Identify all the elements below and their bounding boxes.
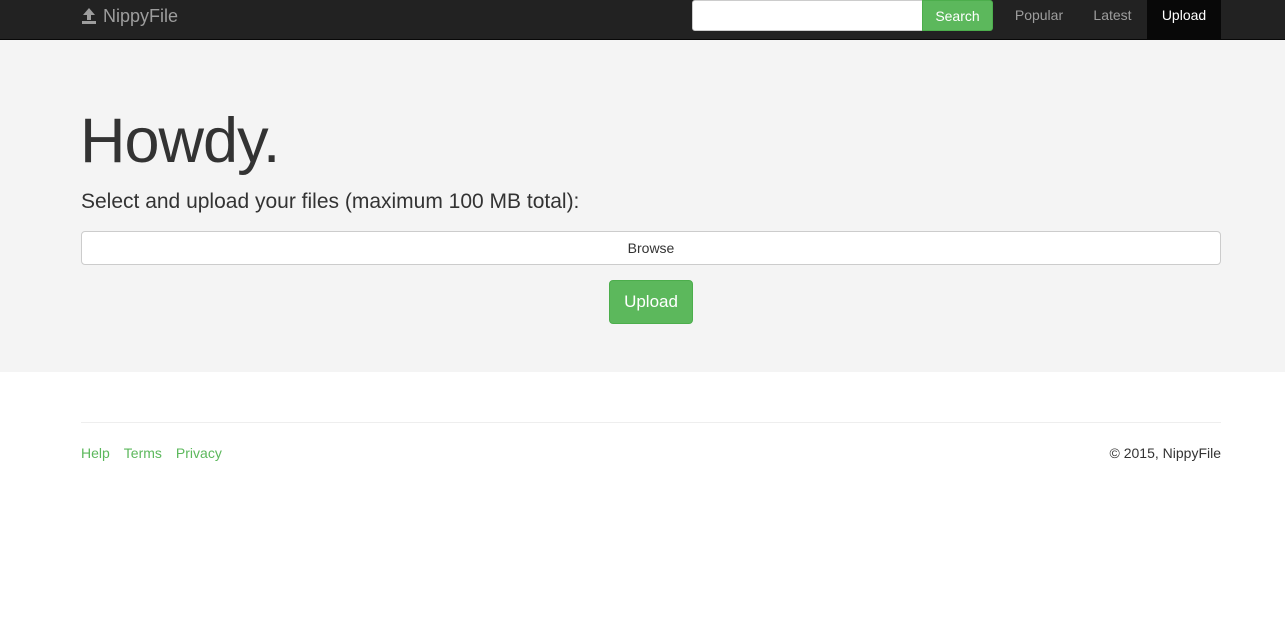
footer-divider xyxy=(81,422,1221,423)
brand-name: NippyFile xyxy=(103,5,179,26)
hero-section: Howdy. Select and upload your files (max… xyxy=(0,40,1285,372)
footer-privacy-link[interactable]: Privacy xyxy=(176,445,222,461)
search-button[interactable]: Search xyxy=(922,0,993,31)
copyright-text: © 2015, NippyFile xyxy=(1109,445,1221,461)
brand-link[interactable]: NippyFile xyxy=(80,0,178,32)
footer-help-link[interactable]: Help xyxy=(81,445,110,461)
footer-links: Help Terms Privacy xyxy=(81,445,222,461)
nav-upload[interactable]: Upload xyxy=(1147,0,1221,40)
page-title: Howdy. xyxy=(80,106,280,176)
nav-popular[interactable]: Popular xyxy=(1003,0,1075,30)
browse-files-button[interactable]: Browse xyxy=(81,231,1221,265)
upload-button[interactable]: Upload xyxy=(609,280,693,324)
top-navbar: NippyFile Search Popular Latest Upload xyxy=(0,0,1285,40)
nav-latest[interactable]: Latest xyxy=(1081,0,1144,30)
search-input[interactable] xyxy=(692,0,923,31)
footer-terms-link[interactable]: Terms xyxy=(124,445,162,461)
upload-instructions: Select and upload your files (maximum 10… xyxy=(81,190,580,213)
upload-icon xyxy=(82,8,96,24)
